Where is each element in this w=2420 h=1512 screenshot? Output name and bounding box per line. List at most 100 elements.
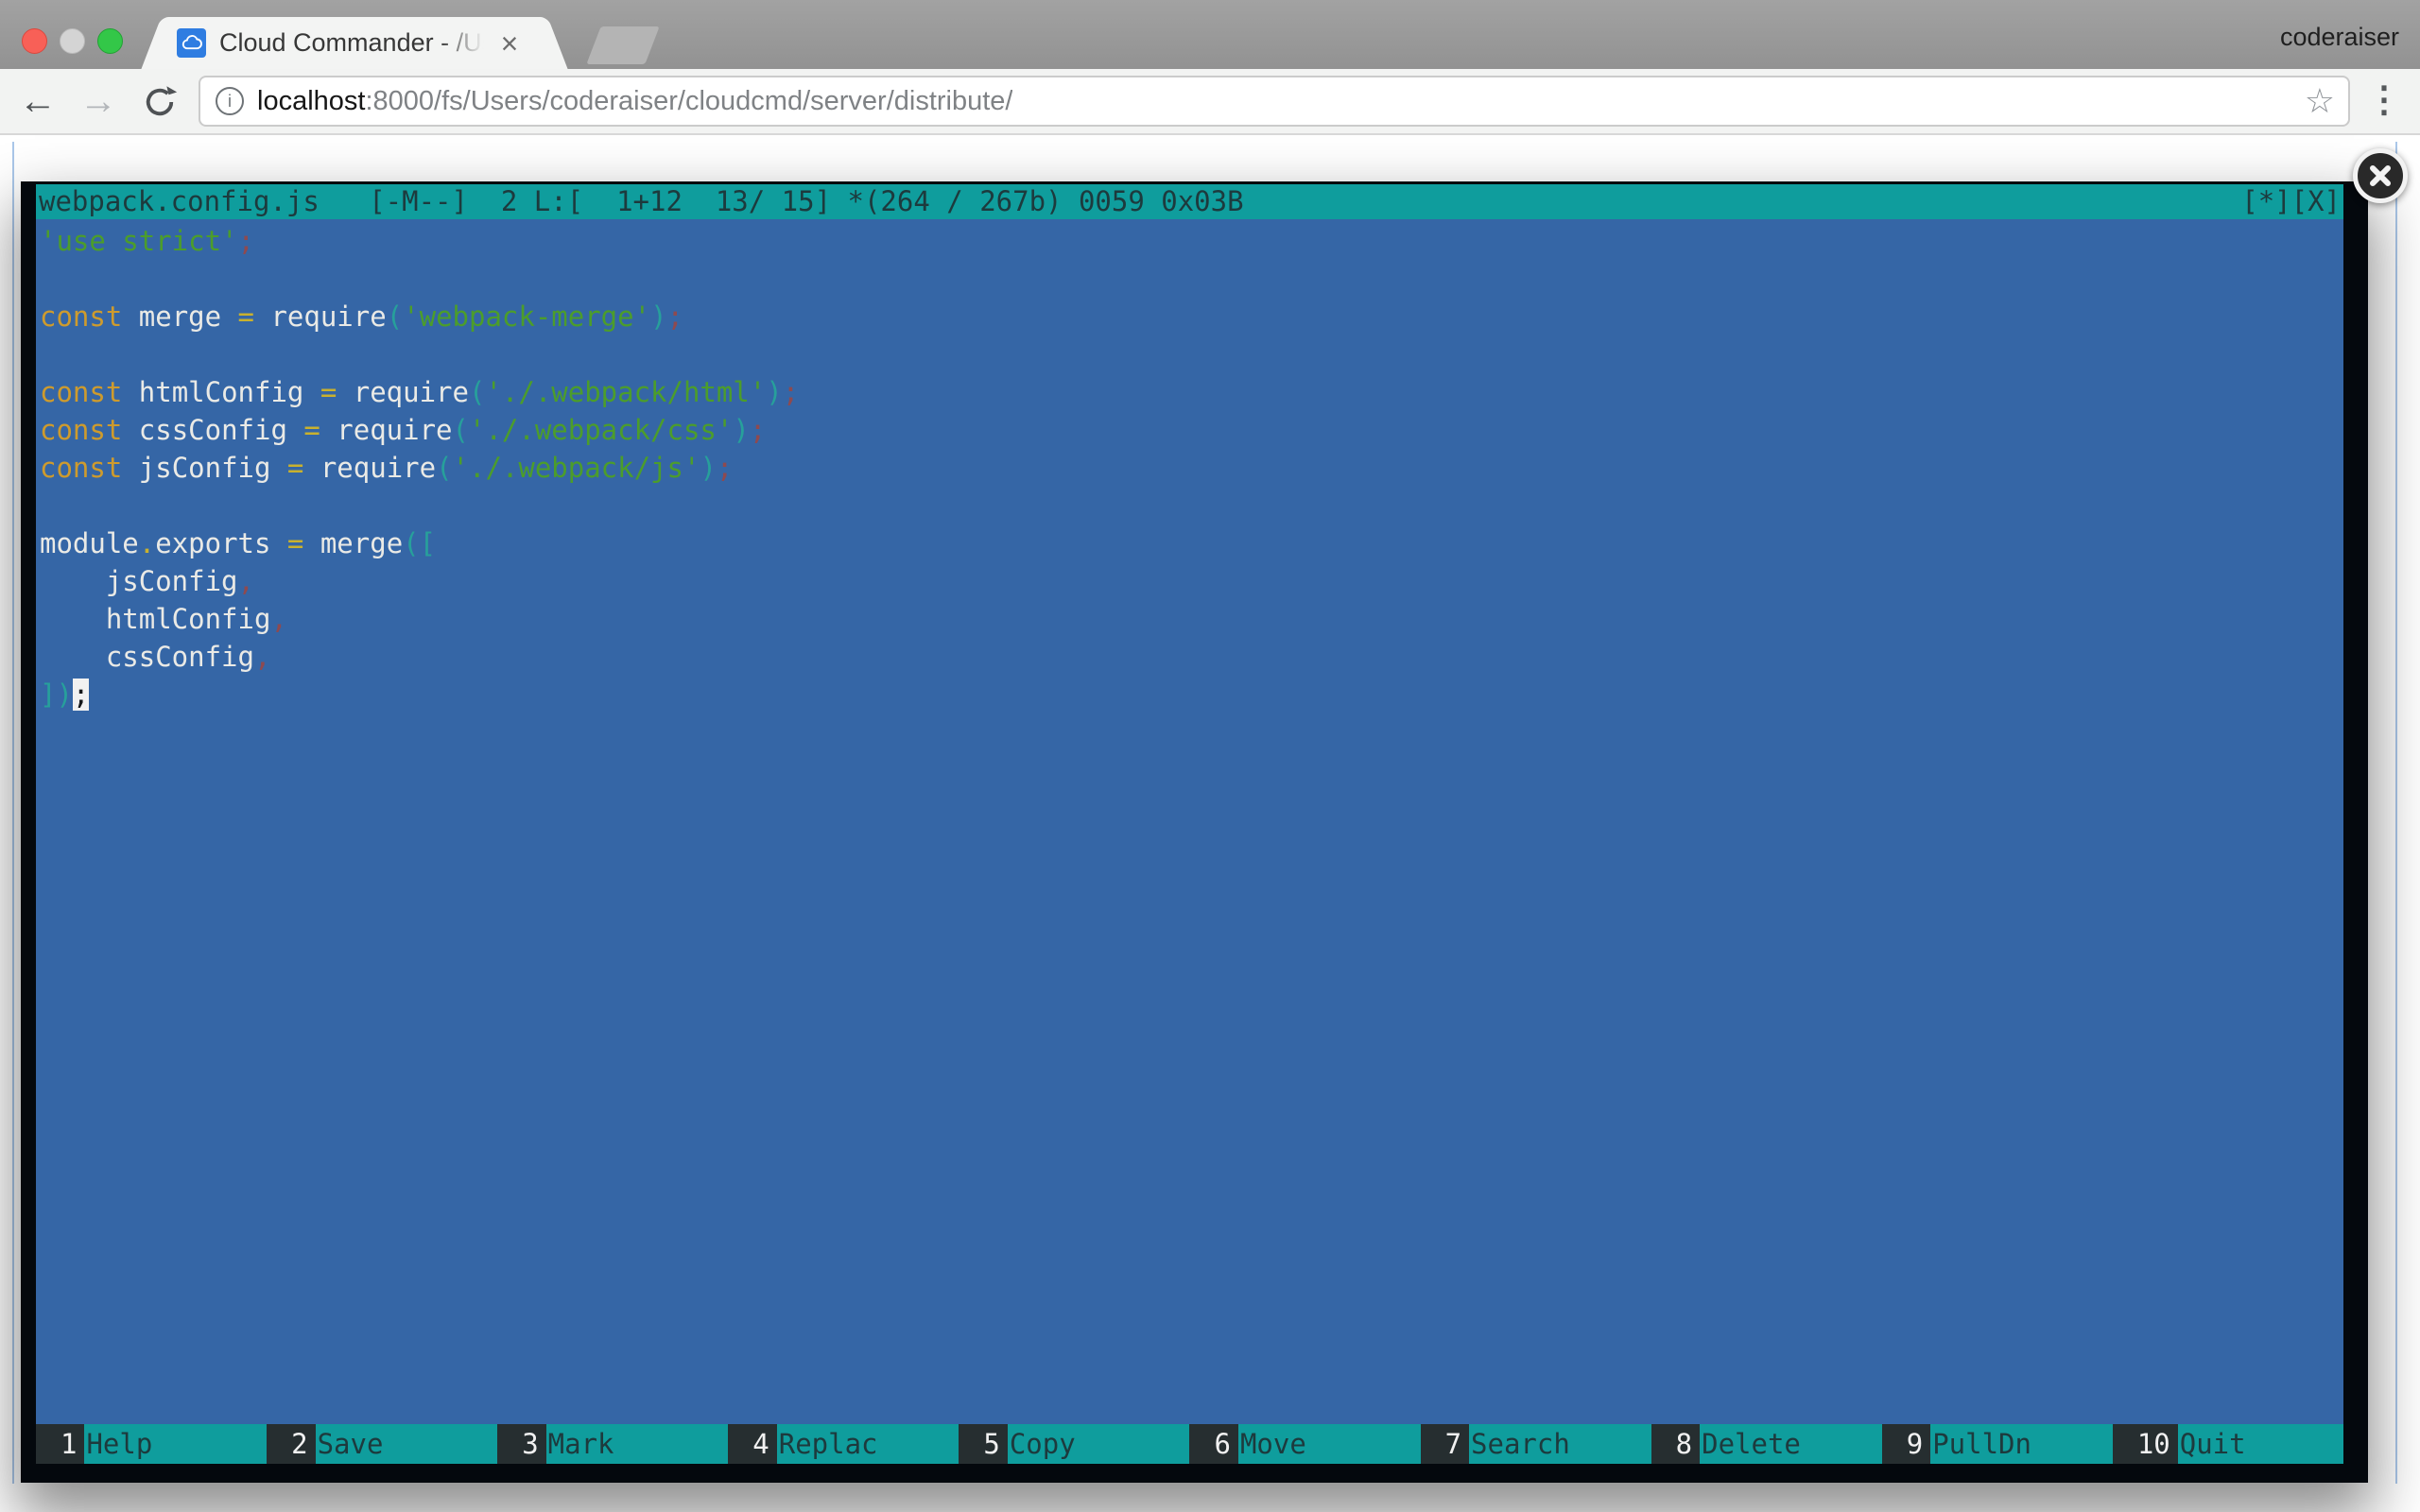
window-minimize-button[interactable] xyxy=(60,28,85,54)
code-token: , xyxy=(238,565,254,597)
code-token: = xyxy=(238,301,254,333)
code-token: htmlConfig xyxy=(40,603,270,635)
fn-key-number: 5 xyxy=(959,1424,1007,1464)
code-token: module xyxy=(40,527,139,559)
tab-close-icon[interactable]: × xyxy=(493,29,526,58)
fn-key-replac[interactable]: 4Replac xyxy=(728,1424,959,1464)
fn-key-number: 4 xyxy=(728,1424,776,1464)
fn-key-help[interactable]: 1Help xyxy=(36,1424,267,1464)
code-token: ) xyxy=(650,301,666,333)
tab-favicon-cloud-icon xyxy=(177,28,206,58)
code-token: = xyxy=(303,414,320,446)
fn-key-copy[interactable]: 5Copy xyxy=(959,1424,1189,1464)
reload-icon[interactable] xyxy=(140,82,180,122)
fn-key-label: Search xyxy=(1469,1424,1570,1464)
fn-key-move[interactable]: 6Move xyxy=(1189,1424,1420,1464)
code-token: const xyxy=(40,414,122,446)
window-close-button[interactable] xyxy=(22,28,47,54)
fn-key-number: 7 xyxy=(1421,1424,1469,1464)
code-token: = xyxy=(287,452,303,484)
code-token: , xyxy=(254,641,270,673)
new-tab-button[interactable] xyxy=(586,26,659,64)
code-token: './.webpack/html' xyxy=(485,376,766,408)
url-path: :8000/fs/Users/coderaiser/cloudcmd/serve… xyxy=(365,86,1012,116)
fn-key-quit[interactable]: 10Quit xyxy=(2113,1424,2343,1464)
editor-statusbar: webpack.config.js [-M--] 2 L:[ 1+12 13/ … xyxy=(36,184,2343,219)
fn-key-search[interactable]: 7Search xyxy=(1421,1424,1651,1464)
code-token: ; xyxy=(783,376,799,408)
code-line: htmlConfig, xyxy=(40,600,2343,638)
fn-key-number: 6 xyxy=(1189,1424,1237,1464)
editor-status-right[interactable]: [*][X] xyxy=(2241,184,2341,219)
browser-menu-icon[interactable]: ⋮ xyxy=(2363,77,2405,124)
editor-fnbar: 1Help2Save3Mark4Replac5Copy6Move7Search8… xyxy=(36,1424,2343,1464)
code-token: ; xyxy=(238,225,254,257)
code-line: cssConfig, xyxy=(40,638,2343,676)
code-token: ; xyxy=(667,301,683,333)
code-token: require xyxy=(303,452,436,484)
fn-key-number: 1 xyxy=(36,1424,84,1464)
code-token: require xyxy=(254,301,387,333)
code-line: const merge = require('webpack-merge'); xyxy=(40,298,2343,335)
fn-key-label: Replac xyxy=(777,1424,878,1464)
code-token: exports xyxy=(155,527,287,559)
fn-key-label: Delete xyxy=(1700,1424,1801,1464)
code-token: 'use strict' xyxy=(40,225,238,257)
fn-key-number: 8 xyxy=(1651,1424,1700,1464)
code-token: const xyxy=(40,452,122,484)
tab-title: Cloud Commander - /Users/co xyxy=(219,28,492,58)
fn-key-number: 2 xyxy=(267,1424,315,1464)
panel-border-left xyxy=(12,142,14,1484)
code-token: ; xyxy=(717,452,733,484)
fn-key-mark[interactable]: 3Mark xyxy=(497,1424,728,1464)
forward-icon[interactable]: → xyxy=(74,75,123,128)
panel-border-right xyxy=(2395,142,2397,1484)
code-line xyxy=(40,335,2343,373)
code-line: const jsConfig = require('./.webpack/js'… xyxy=(40,449,2343,487)
window-zoom-button[interactable] xyxy=(97,28,123,54)
fn-key-delete[interactable]: 8Delete xyxy=(1651,1424,1882,1464)
code-token: ]) xyxy=(40,679,73,711)
url-text[interactable]: localhost:8000/fs/Users/coderaiser/cloud… xyxy=(257,86,1012,117)
code-token: ([ xyxy=(403,527,436,559)
fn-key-number: 10 xyxy=(2113,1424,2178,1464)
code-token: './.webpack/css' xyxy=(469,414,733,446)
site-info-icon[interactable]: i xyxy=(216,87,244,115)
fn-key-label: Save xyxy=(316,1424,384,1464)
fn-key-label: Quit xyxy=(2178,1424,2246,1464)
code-token: './.webpack/js' xyxy=(453,452,700,484)
fn-key-number: 9 xyxy=(1882,1424,1930,1464)
back-icon[interactable]: ← xyxy=(13,75,62,128)
code-token: const xyxy=(40,376,122,408)
code-token: = xyxy=(287,527,303,559)
code-token: ) xyxy=(733,414,749,446)
browser-tab[interactable]: Cloud Commander - /Users/co × xyxy=(165,17,544,69)
close-icon xyxy=(2368,163,2393,188)
address-bar[interactable]: i localhost:8000/fs/Users/coderaiser/clo… xyxy=(199,76,2350,127)
fn-key-pulldn[interactable]: 9PullDn xyxy=(1882,1424,2113,1464)
editor-close-button[interactable] xyxy=(2353,148,2408,203)
code-token: ) xyxy=(766,376,782,408)
browser-toolbar: ← → i localhost:8000/fs/Users/coderaiser… xyxy=(0,69,2420,135)
code-token: ( xyxy=(436,452,452,484)
code-token: ( xyxy=(453,414,469,446)
code-token: = xyxy=(320,376,337,408)
fn-key-label: Copy xyxy=(1008,1424,1076,1464)
editor-code[interactable]: 'use strict'; const merge = require('web… xyxy=(36,219,2343,1424)
code-line xyxy=(40,260,2343,298)
code-token: 'webpack-merge' xyxy=(403,301,650,333)
fn-key-save[interactable]: 2Save xyxy=(267,1424,497,1464)
profile-name: coderaiser xyxy=(2280,23,2399,52)
code-line: const htmlConfig = require('./.webpack/h… xyxy=(40,373,2343,411)
editor-overlay: webpack.config.js [-M--] 2 L:[ 1+12 13/ … xyxy=(21,181,2368,1483)
code-token: ( xyxy=(387,301,403,333)
fn-key-label: Mark xyxy=(546,1424,614,1464)
code-token: cssConfig xyxy=(40,641,254,673)
bookmark-star-icon[interactable]: ☆ xyxy=(2305,81,2335,121)
code-line: const cssConfig = require('./.webpack/cs… xyxy=(40,411,2343,449)
code-token: merge xyxy=(303,527,403,559)
code-token: ) xyxy=(700,452,716,484)
code-token: merge xyxy=(122,301,237,333)
text-cursor: ; xyxy=(73,679,89,711)
code-token: htmlConfig xyxy=(122,376,320,408)
